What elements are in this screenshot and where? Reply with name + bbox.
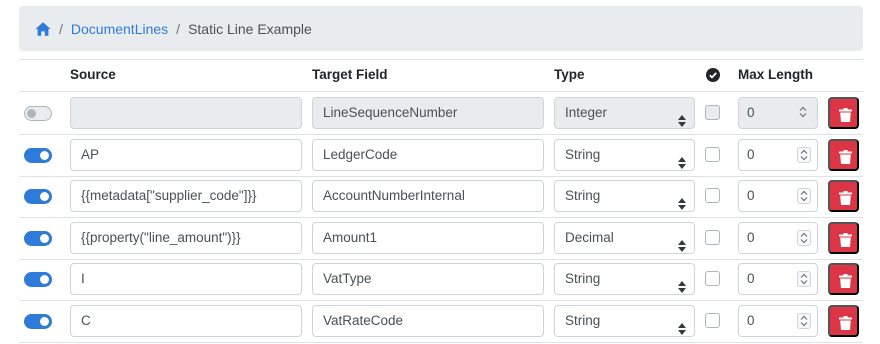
source-input[interactable]: AP xyxy=(70,138,302,171)
source-input[interactable]: I xyxy=(70,263,302,296)
breadcrumb-separator: / xyxy=(176,20,181,37)
toggle-knob xyxy=(40,150,49,160)
required-checkbox[interactable] xyxy=(705,188,720,204)
max-length-input[interactable]: 0 xyxy=(738,97,818,129)
max-length-value: 0 xyxy=(747,188,755,204)
max-length-value: 0 xyxy=(747,105,755,120)
toggle-knob xyxy=(27,109,36,118)
type-select[interactable]: String xyxy=(554,138,695,171)
max-length-input[interactable]: 0 xyxy=(738,138,818,171)
delete-row-button[interactable] xyxy=(828,305,859,337)
type-select-value: String xyxy=(565,271,601,287)
enable-toggle[interactable] xyxy=(24,272,52,288)
required-checkbox[interactable] xyxy=(705,146,720,162)
toggle-knob xyxy=(40,233,49,243)
select-arrows-icon xyxy=(678,233,686,252)
required-checkbox[interactable] xyxy=(705,105,720,120)
table-row: {{property("line_amount")}} Amount1 Decima… xyxy=(19,218,863,260)
toggle-knob xyxy=(40,192,49,202)
select-arrows-icon xyxy=(678,108,686,127)
source-input[interactable] xyxy=(70,97,302,129)
max-length-input[interactable]: 0 xyxy=(738,305,818,337)
spinner-arrows-icon[interactable] xyxy=(797,229,811,246)
select-arrows-icon xyxy=(678,150,686,169)
table-row: {{metadata["supplier_code"]}} AccountNumb… xyxy=(19,176,863,218)
header-divider xyxy=(19,91,863,92)
type-select[interactable]: String xyxy=(554,180,695,213)
select-arrows-icon xyxy=(678,191,686,211)
header-type: Type xyxy=(554,67,585,82)
type-select-value: String xyxy=(565,313,601,328)
type-select[interactable]: String xyxy=(554,305,695,337)
delete-row-button[interactable] xyxy=(828,221,859,254)
enable-toggle[interactable] xyxy=(24,147,52,163)
header-max-length: Max Length xyxy=(738,67,814,82)
required-checkbox[interactable] xyxy=(705,229,720,245)
table-row: C VatRateCode String 0 xyxy=(19,301,863,343)
source-input[interactable]: {{metadata["supplier_code"]}} xyxy=(70,180,302,213)
target-field-input[interactable]: VatRateCode xyxy=(312,305,544,337)
target-field-input[interactable]: VatType xyxy=(312,263,544,296)
header-target-field: Target Field xyxy=(312,67,388,82)
type-select[interactable]: Integer xyxy=(554,97,695,129)
home-icon[interactable] xyxy=(35,21,51,37)
table-top-border xyxy=(19,59,863,60)
delete-row-button[interactable] xyxy=(828,138,859,171)
type-select[interactable]: String xyxy=(554,263,695,296)
target-field-input[interactable]: Amount1 xyxy=(312,221,544,254)
target-field-input[interactable]: LedgerCode xyxy=(312,138,544,171)
select-arrows-icon xyxy=(678,274,686,294)
table-row: I VatType String 0 xyxy=(19,259,863,301)
type-select-value: Integer xyxy=(565,105,608,120)
check-circle-icon xyxy=(706,68,720,82)
enable-toggle[interactable] xyxy=(24,189,52,205)
breadcrumb-current: Static Line Example xyxy=(188,20,312,37)
spinner-arrows-icon[interactable] xyxy=(797,271,811,288)
source-input[interactable]: {{property("line_amount")}} xyxy=(70,221,302,254)
breadcrumb-separator: / xyxy=(59,20,63,37)
max-length-input[interactable]: 0 xyxy=(738,180,818,213)
table-row: LineSequenceNumber Integer 0 xyxy=(19,93,863,135)
target-field-input[interactable]: AccountNumberInternal xyxy=(312,180,544,213)
spinner-arrows-icon[interactable] xyxy=(797,313,811,329)
table-row: AP LedgerCode String 0 xyxy=(19,135,863,177)
enable-toggle[interactable] xyxy=(24,106,52,121)
breadcrumb-link-documentlines[interactable]: DocumentLines xyxy=(71,21,168,37)
select-arrows-icon xyxy=(678,316,686,335)
toggle-knob xyxy=(40,317,49,326)
toggle-knob xyxy=(40,275,49,285)
max-length-value: 0 xyxy=(747,313,755,328)
delete-row-button[interactable] xyxy=(828,263,859,296)
source-input[interactable]: C xyxy=(70,305,302,337)
target-field-input[interactable]: LineSequenceNumber xyxy=(312,97,544,129)
enable-toggle[interactable] xyxy=(24,314,52,329)
header-source: Source xyxy=(70,67,116,82)
max-length-input[interactable]: 0 xyxy=(738,263,818,296)
row-divider xyxy=(19,342,863,343)
type-select-value: String xyxy=(565,146,601,162)
delete-row-button[interactable] xyxy=(828,97,859,129)
enable-toggle[interactable] xyxy=(24,230,52,246)
type-select[interactable]: Decimal xyxy=(554,221,695,254)
spinner-arrows-icon[interactable] xyxy=(797,188,811,205)
required-checkbox[interactable] xyxy=(705,271,720,287)
breadcrumb: / DocumentLines / Static Line Example xyxy=(19,6,863,51)
max-length-value: 0 xyxy=(747,229,755,245)
spinner-arrows-icon[interactable] xyxy=(797,146,811,163)
delete-row-button[interactable] xyxy=(828,180,859,213)
spinner-arrows-icon[interactable] xyxy=(797,105,811,121)
max-length-value: 0 xyxy=(747,146,755,162)
required-checkbox[interactable] xyxy=(705,313,720,328)
max-length-input[interactable]: 0 xyxy=(738,221,818,254)
type-select-value: String xyxy=(565,188,601,204)
max-length-value: 0 xyxy=(747,271,755,287)
type-select-value: Decimal xyxy=(565,229,614,245)
